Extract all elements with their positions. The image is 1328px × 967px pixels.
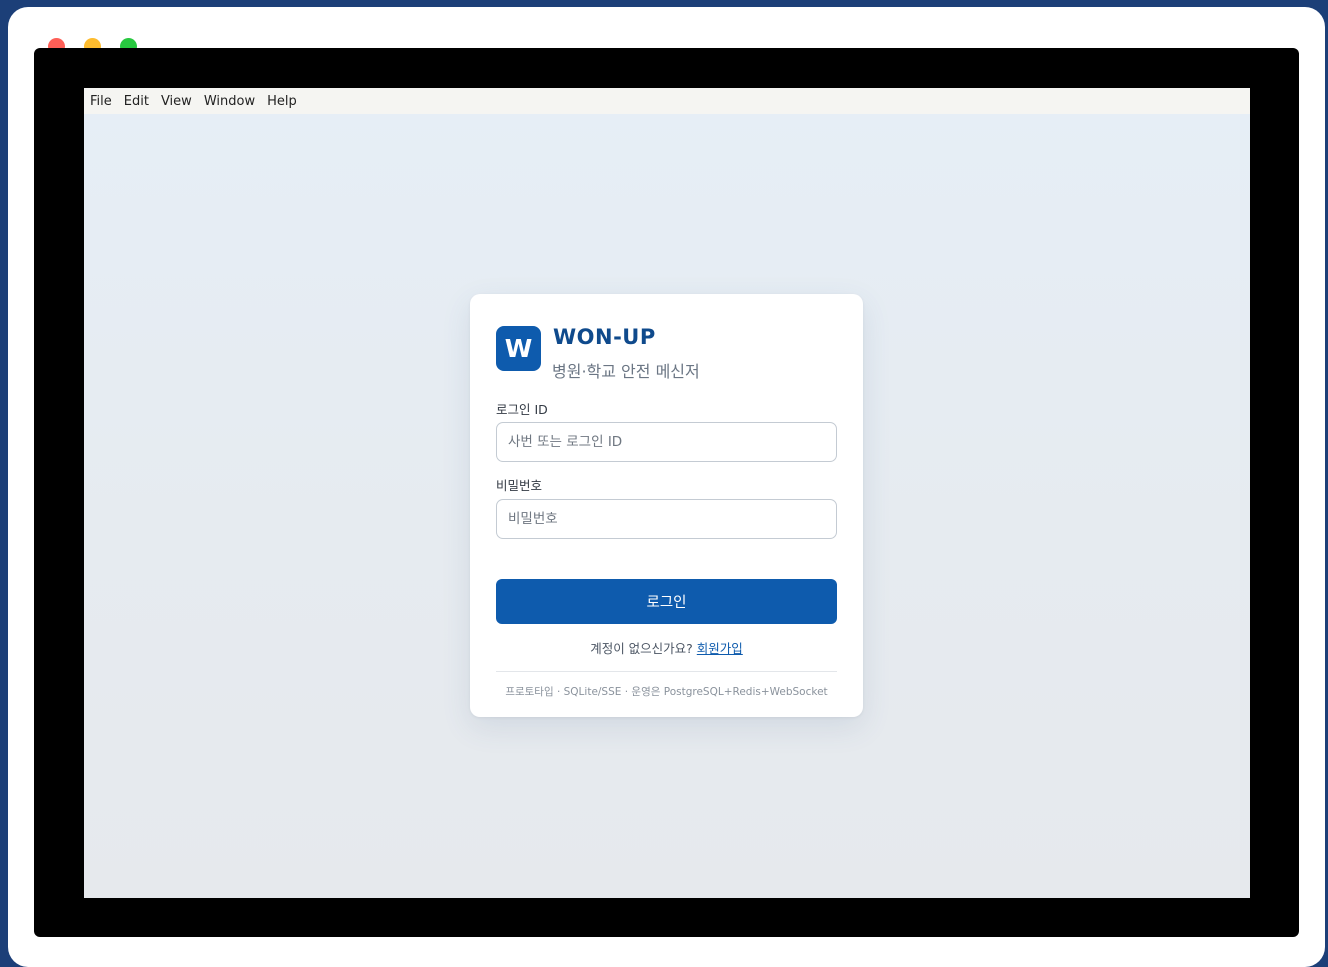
signup-row: 계정이 없으신가요? 회원가입: [470, 638, 863, 657]
login-id-input[interactable]: [496, 422, 837, 462]
menu-window[interactable]: Window: [204, 92, 255, 111]
app-subtitle: 병원·학교 안전 메신저: [552, 362, 700, 381]
divider: [496, 671, 837, 672]
app-logo-icon: W: [496, 326, 541, 371]
menu-file[interactable]: File: [90, 92, 112, 111]
signup-link[interactable]: 회원가입: [697, 641, 743, 656]
password-input[interactable]: [496, 499, 837, 539]
menu-edit[interactable]: Edit: [124, 92, 149, 111]
login-card: W WON-UP 병원·학교 안전 메신저 로그인 ID 비밀번호 로그인 계정…: [470, 294, 863, 717]
password-label: 비밀번호: [496, 478, 543, 493]
menu-view[interactable]: View: [161, 92, 192, 111]
login-button[interactable]: 로그인: [496, 579, 837, 624]
app-title: WON-UP: [553, 325, 656, 349]
app-window: File Edit View Window Help W WON-UP 병원·학…: [84, 88, 1250, 898]
footer-note: 프로토타입 · SQLite/SSE · 운영은 PostgreSQL+Redi…: [505, 686, 828, 698]
menu-help[interactable]: Help: [267, 92, 297, 111]
menubar: File Edit View Window Help: [84, 88, 1250, 114]
login-id-label: 로그인 ID: [496, 402, 548, 417]
signup-prompt: 계정이 없으신가요?: [590, 641, 693, 656]
